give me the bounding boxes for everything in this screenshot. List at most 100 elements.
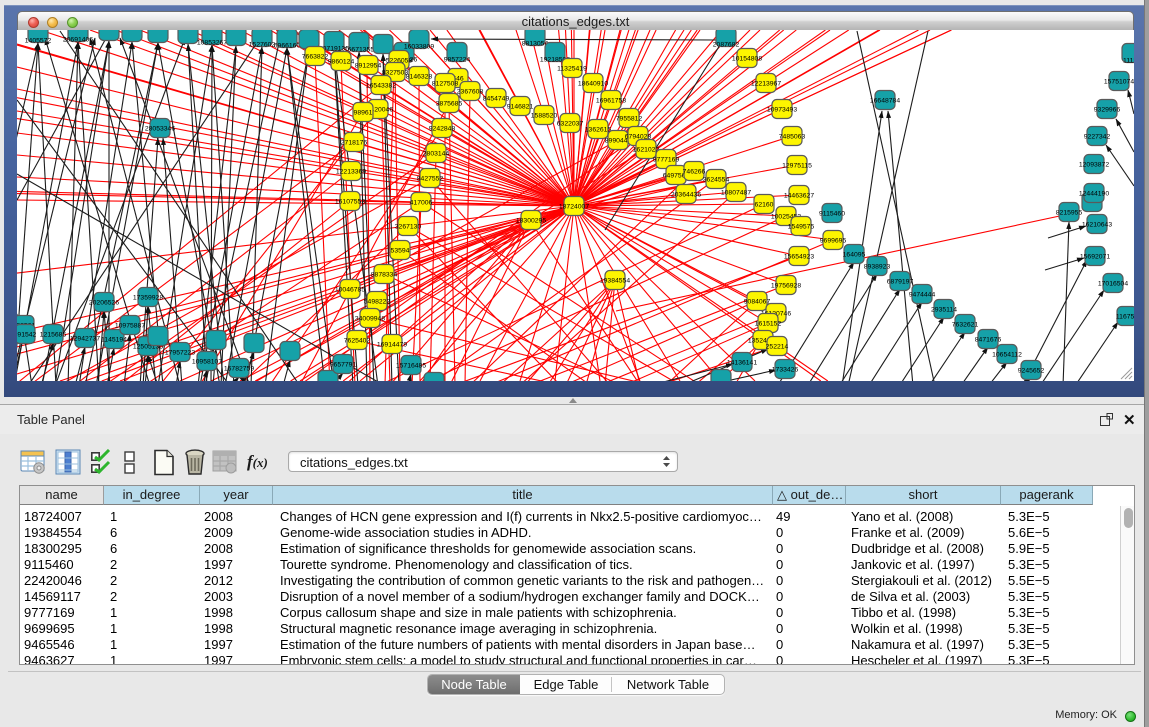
svg-text:10853267: 10853267	[197, 40, 227, 47]
svg-text:3267130: 3267130	[395, 224, 422, 231]
svg-text:2803144: 2803144	[423, 151, 450, 158]
svg-text:12942737: 12942737	[70, 336, 100, 343]
svg-text:417006: 417006	[410, 200, 433, 207]
svg-text:18640910: 18640910	[578, 81, 608, 88]
svg-text:1145194: 1145194	[101, 337, 127, 344]
svg-text:9227342: 9227342	[1084, 134, 1111, 141]
svg-text:8215955: 8215955	[1056, 210, 1083, 217]
svg-text:746266: 746266	[683, 169, 706, 176]
svg-text:20206526: 20206526	[89, 300, 119, 307]
svg-text:6966160: 6966160	[274, 43, 301, 50]
svg-text:10975887: 10975887	[115, 323, 145, 330]
svg-text:6322037: 6322037	[557, 121, 584, 128]
svg-text:9245652: 9245652	[1018, 368, 1045, 375]
svg-text:10154808: 10154808	[732, 56, 762, 63]
svg-text:2935114: 2935114	[931, 307, 957, 314]
svg-text:9657791: 9657791	[330, 362, 357, 369]
svg-text:15716485: 15716485	[396, 363, 426, 370]
svg-text:16914479: 16914479	[377, 342, 407, 349]
svg-text:6879197: 6879197	[887, 279, 914, 286]
svg-text:10046785: 10046785	[335, 287, 365, 294]
svg-text:12975115: 12975115	[782, 163, 812, 170]
svg-text:1405572: 1405572	[25, 38, 52, 45]
svg-text:1549575: 1549575	[788, 224, 815, 231]
svg-text:11123: 11123	[1123, 58, 1134, 65]
svg-text:34009948: 34009948	[355, 316, 385, 323]
svg-text:9146821: 9146821	[507, 104, 534, 111]
svg-text:12213967: 12213967	[751, 81, 781, 88]
svg-text:14463627: 14463627	[784, 193, 814, 200]
svg-text:1527602: 1527602	[249, 42, 276, 49]
svg-text:20364436: 20364436	[671, 192, 701, 199]
svg-text:9242848: 9242848	[429, 126, 456, 133]
svg-text:9329966: 9329966	[1094, 107, 1121, 114]
svg-text:98961: 98961	[354, 110, 373, 117]
svg-text:10958107: 10958107	[192, 359, 222, 366]
svg-text:8938923: 8938923	[864, 264, 891, 271]
svg-text:9084067: 9084067	[744, 299, 771, 306]
svg-text:164095: 164095	[843, 252, 866, 259]
svg-text:16033809: 16033809	[404, 44, 434, 51]
svg-text:16782759: 16782759	[224, 366, 254, 373]
svg-text:15692071: 15692071	[1080, 254, 1110, 261]
svg-text:10654112: 10654112	[992, 352, 1022, 359]
svg-text:9777169: 9777169	[653, 157, 680, 164]
svg-text:8127508: 8127508	[432, 81, 459, 88]
svg-text:391542: 391542	[17, 332, 37, 339]
svg-text:17016504: 17016504	[1098, 281, 1128, 288]
svg-text:11325419: 11325419	[557, 66, 587, 73]
svg-text:9860124: 9860124	[328, 59, 355, 66]
svg-text:2087682: 2087682	[713, 42, 740, 49]
svg-text:7663822: 7663822	[302, 54, 329, 61]
svg-text:19756928: 19756928	[771, 283, 801, 290]
svg-text:10807487: 10807487	[721, 190, 751, 197]
svg-text:20691406: 20691406	[63, 37, 93, 44]
svg-text:8878334: 8878334	[371, 272, 398, 279]
svg-text:53594: 53594	[391, 248, 410, 255]
svg-text:19384554: 19384554	[600, 278, 630, 285]
svg-text:28053346: 28053346	[145, 126, 175, 133]
svg-text:12444190: 12444190	[1079, 191, 1109, 198]
svg-text:9857224: 9857224	[444, 57, 471, 64]
svg-text:16107553: 16107553	[335, 199, 365, 206]
svg-text:8146328: 8146328	[406, 74, 433, 81]
svg-text:2367608: 2367608	[457, 89, 484, 96]
svg-text:14136141: 14136141	[727, 360, 757, 367]
svg-text:8454749: 8454749	[483, 96, 510, 103]
svg-text:16210643: 16210643	[1082, 222, 1112, 229]
svg-text:15654923: 15654923	[784, 254, 814, 261]
svg-text:12213369: 12213369	[336, 169, 366, 176]
svg-text:9115460: 9115460	[819, 211, 845, 218]
svg-text:7632621: 7632621	[952, 322, 979, 329]
svg-text:2718176: 2718176	[341, 140, 368, 147]
svg-text:1588520: 1588520	[531, 113, 558, 120]
svg-text:16648784: 16648784	[870, 98, 900, 105]
svg-text:17957223: 17957223	[165, 350, 195, 357]
svg-text:8471676: 8471676	[975, 337, 1002, 344]
svg-text:7485063: 7485063	[779, 134, 806, 141]
svg-text:116753: 116753	[1116, 314, 1134, 321]
svg-text:10973493: 10973493	[767, 107, 797, 114]
svg-text:1362615: 1362615	[585, 127, 612, 134]
svg-text:8427552: 8427552	[417, 176, 444, 183]
svg-text:8813054: 8813054	[522, 41, 549, 48]
svg-text:16543382: 16543382	[366, 83, 396, 90]
svg-text:1733426: 1733426	[772, 367, 799, 374]
svg-text:17359928: 17359928	[133, 295, 163, 302]
svg-text:252214: 252214	[766, 344, 789, 351]
svg-text:12093872: 12093872	[1079, 162, 1109, 169]
svg-text:7625402: 7625402	[344, 338, 371, 345]
svg-text:5498222: 5498222	[364, 299, 391, 306]
svg-text:3875685: 3875685	[436, 101, 463, 108]
svg-text:1615152: 1615152	[755, 321, 782, 328]
svg-text:18300295: 18300295	[516, 218, 546, 225]
svg-text:16961758: 16961758	[596, 98, 626, 105]
svg-text:1215685: 1215685	[40, 332, 67, 339]
svg-text:3624554: 3624554	[703, 177, 730, 184]
svg-text:15751074: 15751074	[1104, 79, 1134, 86]
svg-text:7955812: 7955812	[616, 116, 643, 123]
svg-text:1621022: 1621022	[633, 147, 660, 154]
svg-text:8912954: 8912954	[355, 63, 382, 70]
svg-text:9699695: 9699695	[820, 238, 847, 245]
svg-text:9474444: 9474444	[909, 292, 936, 299]
